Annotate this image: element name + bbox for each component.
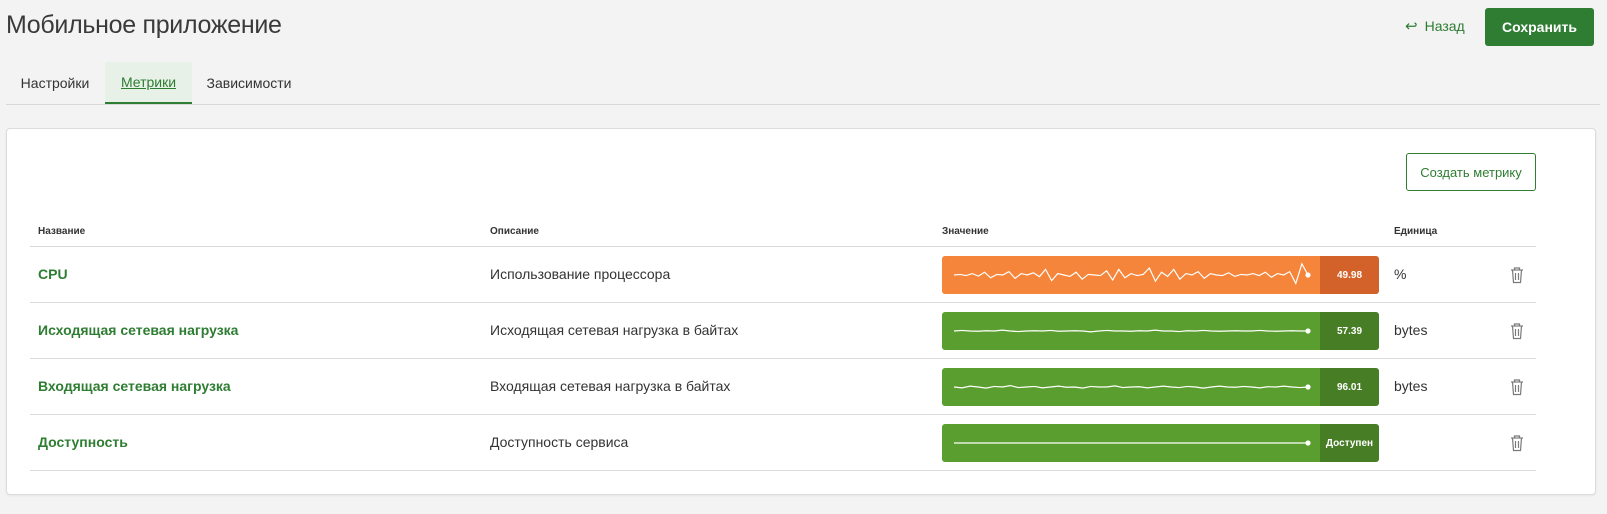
metric-name-link[interactable]: Входящая сетевая нагрузка — [38, 378, 231, 394]
metric-value: Доступен — [1320, 424, 1379, 462]
metric-name-link[interactable]: CPU — [38, 266, 68, 282]
metric-description: Входящая сетевая нагрузка в байтах — [490, 378, 731, 394]
metric-name-link[interactable]: Исходящая сетевая нагрузка — [38, 322, 238, 338]
back-label: Назад — [1424, 18, 1465, 34]
sparkline-last-point — [1305, 272, 1311, 278]
metric-description: Доступность сервиса — [490, 434, 629, 450]
trash-icon[interactable] — [1508, 265, 1526, 285]
metric-value-bar: 57.39 — [942, 312, 1379, 350]
trash-icon[interactable] — [1508, 321, 1526, 341]
table-row: CPU Использование процессора 49.98 % — [30, 247, 1536, 303]
metric-value: 49.98 — [1320, 256, 1379, 294]
metric-value: 57.39 — [1320, 312, 1379, 350]
sparkline — [942, 424, 1320, 462]
table-row: Входящая сетевая нагрузка Входящая сетев… — [30, 359, 1536, 415]
metric-unit: bytes — [1394, 378, 1428, 394]
sparkline-path — [953, 329, 1308, 333]
column-header-description: Описание — [490, 226, 539, 237]
trash-icon[interactable] — [1508, 433, 1526, 453]
column-header-value: Значение — [942, 226, 989, 237]
metric-value-bar: 49.98 — [942, 256, 1379, 294]
column-header-name: Название — [38, 226, 86, 237]
sparkline-path — [953, 384, 1309, 389]
back-link[interactable]: ↩ Назад — [1405, 17, 1465, 35]
sparkline — [942, 368, 1320, 406]
sparkline — [942, 312, 1320, 350]
sparkline-last-point — [1305, 384, 1311, 390]
tab-settings[interactable]: Настройки — [6, 62, 104, 103]
metric-unit: % — [1394, 266, 1407, 282]
tab-metrics[interactable]: Метрики — [105, 62, 192, 104]
sparkline-last-point — [1305, 328, 1311, 334]
metric-description: Использование процессора — [490, 266, 671, 282]
tab-bar: Настройки Метрики Зависимости — [6, 62, 1600, 105]
metric-value-bar: 96.01 — [942, 368, 1379, 406]
sparkline — [942, 256, 1320, 294]
return-arrow-icon: ↩ — [1405, 18, 1418, 35]
page-header: Мобильное приложение ↩ Назад Сохранить — [0, 0, 1607, 56]
table-row: Доступность Доступность сервиса Доступен — [30, 415, 1536, 471]
tab-dependencies[interactable]: Зависимости — [193, 62, 305, 103]
column-header-unit: Единица — [1394, 226, 1438, 237]
metric-name-link[interactable]: Доступность — [38, 434, 128, 450]
create-metric-button[interactable]: Создать метрику — [1406, 153, 1536, 191]
page-title: Мобильное приложение — [6, 11, 282, 39]
table-row: Исходящая сетевая нагрузка Исходящая сет… — [30, 303, 1536, 359]
save-button[interactable]: Сохранить — [1485, 8, 1594, 46]
metric-unit: bytes — [1394, 322, 1428, 338]
trash-icon[interactable] — [1508, 377, 1526, 397]
metric-value: 96.01 — [1320, 368, 1379, 406]
metric-description: Исходящая сетевая нагрузка в байтах — [490, 322, 739, 338]
sparkline-path — [953, 262, 1309, 285]
sparkline-last-point — [1305, 440, 1311, 446]
metric-value-bar: Доступен — [942, 424, 1379, 462]
